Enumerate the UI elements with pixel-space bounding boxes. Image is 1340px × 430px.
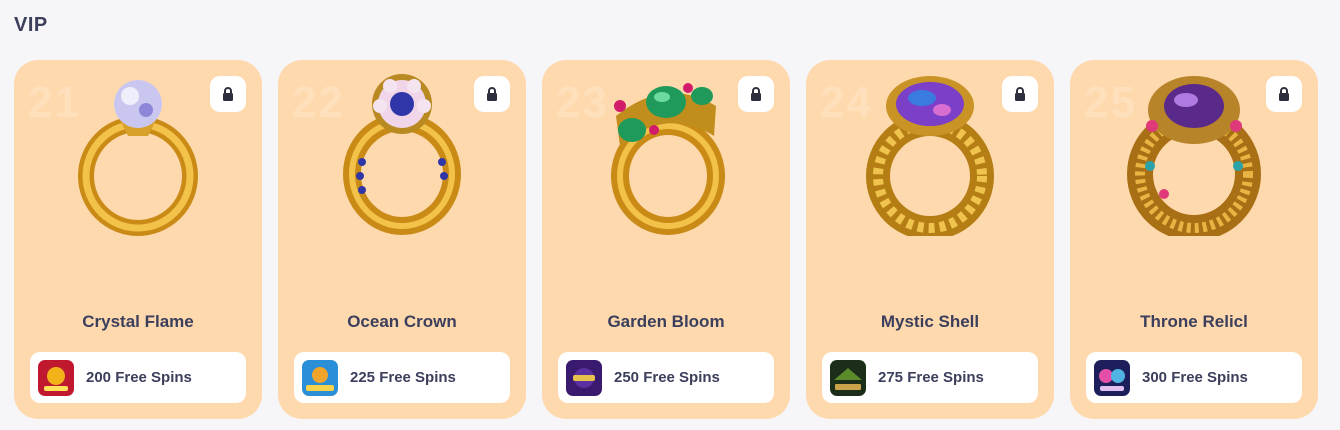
card-title: Ocean Crown bbox=[347, 312, 457, 331]
reward-row[interactable]: 250 Free Spins bbox=[558, 352, 774, 403]
lock-button[interactable] bbox=[1266, 76, 1302, 112]
reward-row[interactable]: 200 Free Spins bbox=[30, 352, 246, 403]
reward-row[interactable]: 225 Free Spins bbox=[294, 352, 510, 403]
ring-image bbox=[78, 80, 198, 236]
lock-icon bbox=[1015, 87, 1025, 101]
ring-image bbox=[343, 74, 461, 235]
lock-icon bbox=[1279, 87, 1289, 101]
card-title: Mystic Shell bbox=[880, 312, 980, 331]
card-title: Throne Relicl bbox=[1140, 312, 1248, 331]
game-thumbnail bbox=[38, 359, 74, 396]
reward-label: 300 Free Spins bbox=[1142, 369, 1248, 386]
card-title: Garden Bloom bbox=[607, 312, 725, 331]
vip-card-list: 21 Crystal Flame 200 Free Spins 22 Ocean… bbox=[14, 60, 1318, 419]
game-thumbnail bbox=[566, 359, 602, 396]
vip-card[interactable]: 25 Throne Relicl 300 Free Spins bbox=[1070, 60, 1318, 419]
vip-card[interactable]: 21 Crystal Flame 200 Free Spins bbox=[14, 60, 262, 419]
game-thumbnail bbox=[1094, 359, 1130, 396]
lock-button[interactable] bbox=[1002, 76, 1038, 112]
vip-card[interactable]: 22 Ocean Crown 225 Free Spins bbox=[278, 60, 526, 419]
ring-image bbox=[866, 76, 994, 236]
reward-label: 250 Free Spins bbox=[614, 369, 720, 386]
gem-shape bbox=[114, 80, 162, 128]
ring-image bbox=[611, 83, 725, 235]
vip-card[interactable]: 24 Mystic Shell 275 Free Spins bbox=[806, 60, 1054, 419]
reward-label: 225 Free Spins bbox=[350, 369, 456, 386]
reward-label: 275 Free Spins bbox=[878, 369, 984, 386]
card-title: Crystal Flame bbox=[82, 312, 194, 331]
lock-icon bbox=[223, 87, 233, 101]
lock-icon bbox=[487, 87, 497, 101]
lock-button[interactable] bbox=[738, 76, 774, 112]
lock-button[interactable] bbox=[210, 76, 246, 112]
game-thumbnail bbox=[830, 359, 866, 396]
game-thumbnail bbox=[302, 359, 338, 396]
lock-icon bbox=[751, 87, 761, 101]
vip-card[interactable]: 23 Garden Bloom 250 Free Spins bbox=[542, 60, 790, 419]
reward-row[interactable]: 300 Free Spins bbox=[1086, 352, 1302, 403]
ring-image bbox=[1127, 76, 1261, 236]
section-title: VIP bbox=[14, 14, 48, 36]
reward-label: 200 Free Spins bbox=[86, 369, 192, 386]
lock-button[interactable] bbox=[474, 76, 510, 112]
reward-row[interactable]: 275 Free Spins bbox=[822, 352, 1038, 403]
